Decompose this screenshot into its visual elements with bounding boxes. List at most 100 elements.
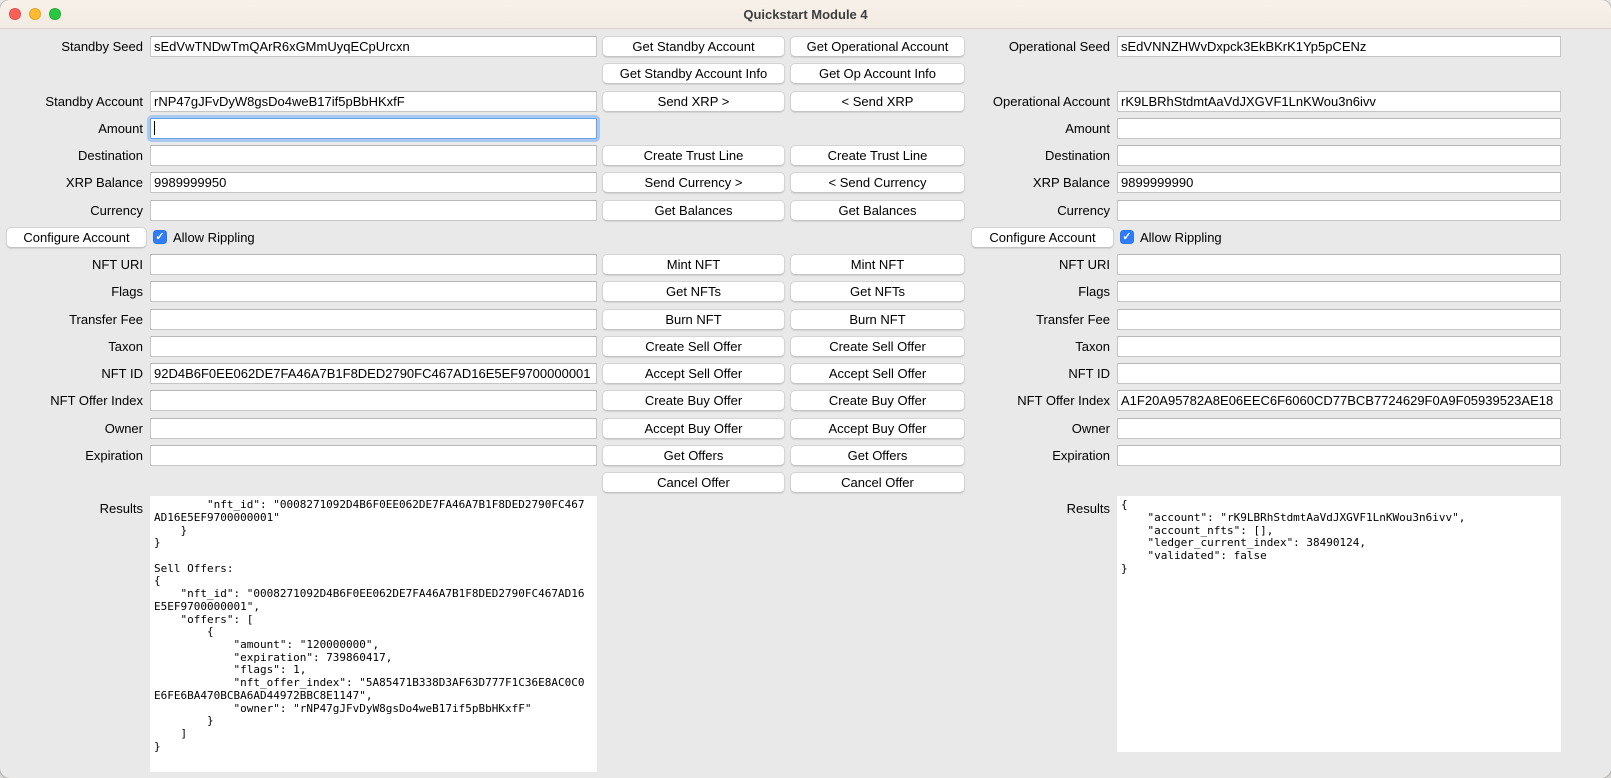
nft-uri-entry-operational[interactable]	[1117, 254, 1561, 275]
app-window: Quickstart Module 4 Standby SeedsEdVwTND…	[0, 0, 1611, 778]
owner-label-standby: Owner	[0, 421, 150, 436]
nft-id-entry-standby[interactable]: 92D4B6F0EE062DE7FA46A7B1F8DED2790FC467AD…	[150, 363, 597, 384]
taxon-label-operational: Taxon	[965, 339, 1117, 354]
standby-seed-entry-standby[interactable]: sEdVwTNDwTmQArR6xGMmUyqECpUrcxn	[150, 36, 597, 57]
form-grid: Standby SeedsEdVwTNDwTmQArR6xGMmUyqECpUr…	[0, 33, 1611, 496]
allow-rippling-checkbox-standby[interactable]: ✓	[153, 230, 167, 244]
get-operational-account-button-operational[interactable]: Get Operational Account	[790, 36, 965, 57]
create-trust-line-button-standby[interactable]: Create Trust Line	[602, 145, 785, 166]
flags-entry-operational[interactable]	[1117, 281, 1561, 302]
destination-entry-operational[interactable]	[1117, 145, 1561, 166]
create-sell-offer-button-standby[interactable]: Create Sell Offer	[602, 336, 785, 357]
cancel-offer-button-operational[interactable]: Cancel Offer	[790, 472, 965, 493]
get-standby-account-info-button-standby[interactable]: Get Standby Account Info	[602, 63, 785, 84]
taxon-entry-standby[interactable]	[150, 336, 597, 357]
owner-entry-operational[interactable]	[1117, 418, 1561, 439]
nft-id-entry-operational[interactable]	[1117, 363, 1561, 384]
nft-offer-index-entry-standby[interactable]	[150, 390, 597, 411]
get-balances-button-standby[interactable]: Get Balances	[602, 200, 785, 221]
currency-entry-standby[interactable]	[150, 200, 597, 221]
xrp-balance-value-operational: 9899999990	[1118, 175, 1193, 190]
expiration-label-standby: Expiration	[0, 448, 150, 463]
get-offers-button-operational[interactable]: Get Offers	[790, 445, 965, 466]
zoom-button[interactable]	[49, 8, 61, 20]
nft-id-label-standby: NFT ID	[0, 366, 150, 381]
configure-account-button-standby[interactable]: Configure Account	[6, 227, 147, 248]
get-nfts-button-operational[interactable]: Get NFTs	[790, 281, 965, 302]
configure-account-button-operational[interactable]: Configure Account	[971, 227, 1114, 248]
transfer-fee-label-standby: Transfer Fee	[0, 312, 150, 327]
transfer-fee-label-operational: Transfer Fee	[965, 312, 1117, 327]
flags-entry-standby[interactable]	[150, 281, 597, 302]
allow-rippling-checkbox-operational[interactable]: ✓	[1120, 230, 1134, 244]
accept-buy-offer-button-standby[interactable]: Accept Buy Offer	[602, 418, 785, 439]
create-trust-line-button-operational[interactable]: Create Trust Line	[790, 145, 965, 166]
send-currency-button-standby[interactable]: Send Currency >	[602, 172, 785, 193]
results-label-operational: Results	[965, 496, 1117, 516]
accept-sell-offer-button-operational[interactable]: Accept Sell Offer	[790, 363, 965, 384]
standby-account-label-standby: Standby Account	[0, 94, 150, 109]
send-xrp-button-standby[interactable]: Send XRP >	[602, 91, 785, 112]
transfer-fee-entry-operational[interactable]	[1117, 309, 1561, 330]
get-standby-account-button-standby[interactable]: Get Standby Account	[602, 36, 785, 57]
amount-entry-operational[interactable]	[1117, 118, 1561, 139]
window-title: Quickstart Module 4	[0, 7, 1611, 22]
amount-entry-standby[interactable]	[150, 118, 597, 139]
accept-sell-offer-button-standby[interactable]: Accept Sell Offer	[602, 363, 785, 384]
operational-seed-value-operational: sEdVNNZHWvDxpck3EkBKrK1Yp5pCENz	[1118, 39, 1366, 54]
minimize-button[interactable]	[29, 8, 41, 20]
owner-label-operational: Owner	[965, 421, 1117, 436]
nft-uri-entry-standby[interactable]	[150, 254, 597, 275]
burn-nft-button-operational[interactable]: Burn NFT	[790, 309, 965, 330]
get-offers-button-standby[interactable]: Get Offers	[602, 445, 785, 466]
create-buy-offer-button-operational[interactable]: Create Buy Offer	[790, 390, 965, 411]
nft-offer-index-label-operational: NFT Offer Index	[965, 393, 1117, 408]
close-button[interactable]	[9, 8, 21, 20]
create-sell-offer-button-operational[interactable]: Create Sell Offer	[790, 336, 965, 357]
destination-label-operational: Destination	[965, 148, 1117, 163]
allow-rippling-checkbox-label-standby: Allow Rippling	[173, 230, 255, 245]
xrp-balance-entry-standby[interactable]: 9989999950	[150, 172, 597, 193]
send-xrp-button-operational[interactable]: < Send XRP	[790, 91, 965, 112]
create-buy-offer-button-standby[interactable]: Create Buy Offer	[602, 390, 785, 411]
xrp-balance-value-standby: 9989999950	[151, 175, 226, 190]
destination-entry-standby[interactable]	[150, 145, 597, 166]
mint-nft-button-operational[interactable]: Mint NFT	[790, 254, 965, 275]
burn-nft-button-standby[interactable]: Burn NFT	[602, 309, 785, 330]
get-op-account-info-button-operational[interactable]: Get Op Account Info	[790, 63, 965, 84]
expiration-label-operational: Expiration	[965, 448, 1117, 463]
checkmark-icon: ✓	[1122, 232, 1131, 243]
get-balances-button-operational[interactable]: Get Balances	[790, 200, 965, 221]
send-currency-button-operational[interactable]: < Send Currency	[790, 172, 965, 193]
standby-account-entry-standby[interactable]: rNP47gJFvDyW8gsDo4weB17if5pBbHKxfF	[150, 91, 597, 112]
get-nfts-button-standby[interactable]: Get NFTs	[602, 281, 785, 302]
taxon-label-standby: Taxon	[0, 339, 150, 354]
window-controls	[0, 8, 61, 20]
operational-account-label-operational: Operational Account	[965, 94, 1117, 109]
currency-entry-operational[interactable]	[1117, 200, 1561, 221]
operational-seed-entry-operational[interactable]: sEdVNNZHWvDxpck3EkBKrK1Yp5pCENz	[1117, 36, 1561, 57]
transfer-fee-entry-standby[interactable]	[150, 309, 597, 330]
nft-offer-index-label-standby: NFT Offer Index	[0, 393, 150, 408]
operational-account-entry-operational[interactable]: rK9LBRhStdmtAaVdJXGVF1LnKWou3n6ivv	[1117, 91, 1561, 112]
operational-account-value-operational: rK9LBRhStdmtAaVdJXGVF1LnKWou3n6ivv	[1118, 94, 1376, 109]
allow-rippling-checkbox-row-operational: ✓Allow Rippling	[1117, 230, 1561, 245]
results-text-operational[interactable]: { "account": "rK9LBRhStdmtAaVdJXGVF1LnKW…	[1117, 496, 1561, 752]
operational-seed-label-operational: Operational Seed	[965, 39, 1117, 54]
expiration-entry-operational[interactable]	[1117, 445, 1561, 466]
results-text-standby[interactable]: "nft_id": "0008271092D4B6F0EE062DE7FA46A…	[150, 496, 597, 772]
allow-rippling-checkbox-row-standby: ✓ Allow Rippling	[150, 230, 597, 245]
cancel-offer-button-standby[interactable]: Cancel Offer	[602, 472, 785, 493]
taxon-entry-operational[interactable]	[1117, 336, 1561, 357]
amount-label-operational: Amount	[965, 121, 1117, 136]
accept-buy-offer-button-operational[interactable]: Accept Buy Offer	[790, 418, 965, 439]
flags-label-standby: Flags	[0, 284, 150, 299]
xrp-balance-entry-operational[interactable]: 9899999990	[1117, 172, 1561, 193]
mint-nft-button-standby[interactable]: Mint NFT	[602, 254, 785, 275]
nft-id-label-operational: NFT ID	[965, 366, 1117, 381]
nft-offer-index-entry-operational[interactable]: A1F20A95782A8E06EEC6F6060CD77BCB7724629F…	[1117, 390, 1561, 411]
results-section: Results "nft_id": "0008271092D4B6F0EE062…	[0, 496, 1611, 772]
expiration-entry-standby[interactable]	[150, 445, 597, 466]
owner-entry-standby[interactable]	[150, 418, 597, 439]
title-bar: Quickstart Module 4	[0, 0, 1611, 29]
